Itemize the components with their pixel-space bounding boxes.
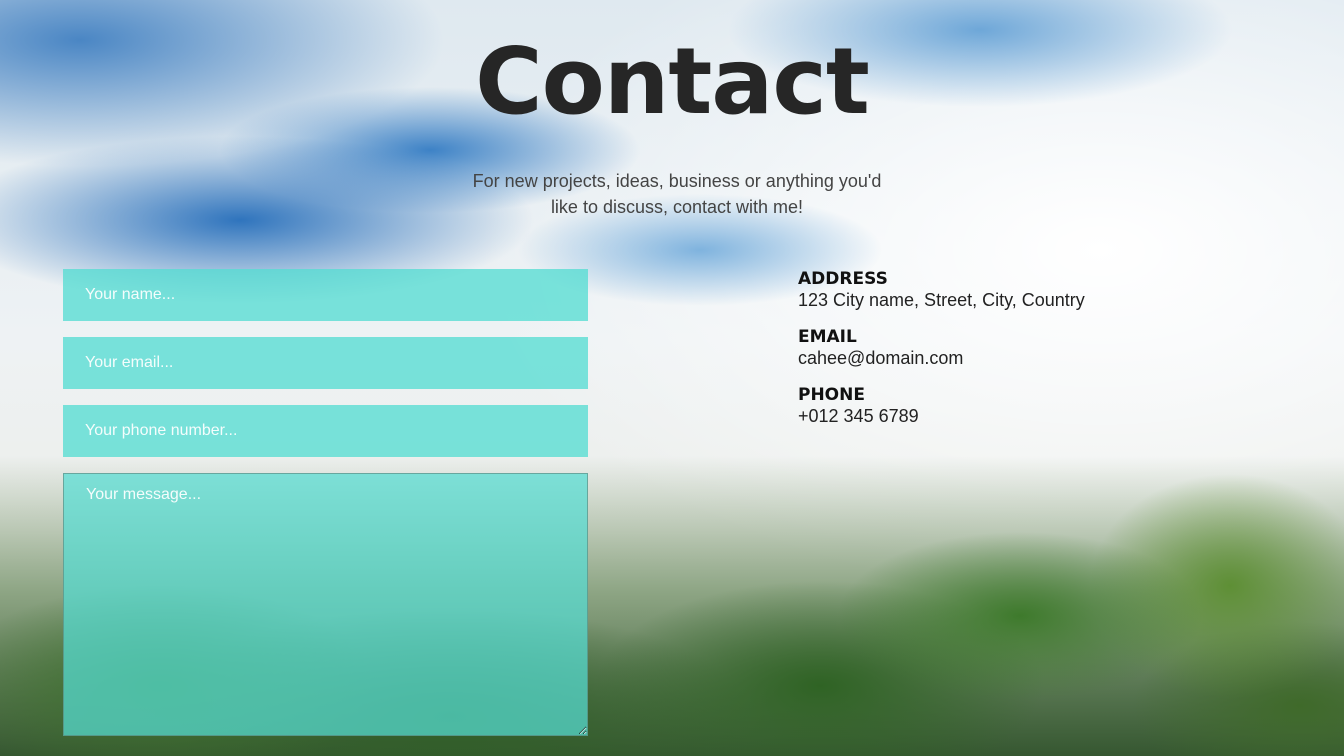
email-value: cahee@domain.com [798,348,964,368]
phone-label: PHONE [798,385,865,405]
phone-input[interactable] [63,405,588,457]
phone-value: +012 345 6789 [798,406,919,426]
email-block: EMAIL cahee@domain.com [798,326,1218,369]
contact-info: ADDRESS 123 City name, Street, City, Cou… [798,268,1218,442]
phone-block: PHONE +012 345 6789 [798,384,1218,427]
email-input[interactable] [63,337,588,389]
name-input[interactable] [63,269,588,321]
contact-form [63,269,588,736]
address-block: ADDRESS 123 City name, Street, City, Cou… [798,268,1218,311]
page-subtitle: For new projects, ideas, business or any… [472,171,882,217]
address-label: ADDRESS [798,269,888,289]
address-value: 123 City name, Street, City, Country [798,290,1085,310]
email-label: EMAIL [798,327,857,347]
page-title: Contact [475,28,870,135]
message-textarea[interactable] [63,473,588,736]
